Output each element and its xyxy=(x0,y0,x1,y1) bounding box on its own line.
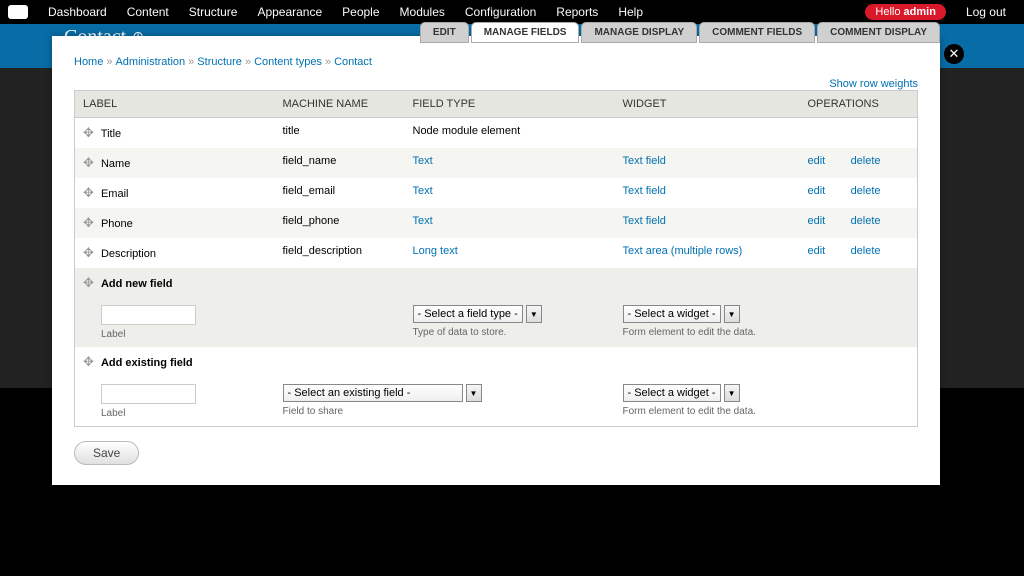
chevron-down-icon[interactable]: ▼ xyxy=(466,384,482,402)
toolbar-item-modules[interactable]: Modules xyxy=(390,5,455,19)
field-type-link[interactable]: Text xyxy=(413,185,433,197)
tab-comment-fields[interactable]: COMMENT FIELDS xyxy=(699,22,815,43)
breadcrumb-sep: » xyxy=(322,56,334,68)
home-icon[interactable] xyxy=(8,5,28,19)
new-field-type-select[interactable]: - Select a field type - xyxy=(413,305,523,323)
breadcrumb-link[interactable]: Home xyxy=(74,56,103,68)
breadcrumb-sep: » xyxy=(103,56,115,68)
field-widget xyxy=(615,118,800,149)
existing-field-label-input[interactable] xyxy=(101,384,196,404)
new-field-label-input[interactable] xyxy=(101,305,196,325)
toolbar-item-people[interactable]: People xyxy=(332,5,389,19)
delete-link[interactable]: delete xyxy=(851,215,881,227)
field-machine: field_phone xyxy=(275,208,405,238)
toolbar-item-configuration[interactable]: Configuration xyxy=(455,5,546,19)
table-row: ✥ Name field_name Text Text field edit delet… xyxy=(75,148,918,178)
toolbar-item-dashboard[interactable]: Dashboard xyxy=(38,5,117,19)
field-machine: title xyxy=(275,118,405,149)
drag-handle-icon[interactable]: ✥ xyxy=(83,245,98,260)
edit-link[interactable]: edit xyxy=(808,155,848,167)
field-widget-link[interactable]: Text field xyxy=(623,185,666,197)
add-new-heading: Add new field xyxy=(101,278,173,290)
toolbar-left: DashboardContentStructureAppearancePeopl… xyxy=(8,5,653,19)
drag-handle-icon[interactable]: ✥ xyxy=(83,185,98,200)
toolbar-item-reports[interactable]: Reports xyxy=(546,5,608,19)
drag-handle-icon[interactable]: ✥ xyxy=(83,354,98,369)
hello-badge[interactable]: Hello admin xyxy=(865,4,946,20)
table-row: ✥ Email field_email Text Text field edit del… xyxy=(75,178,918,208)
field-machine: field_email xyxy=(275,178,405,208)
tab-edit[interactable]: EDIT xyxy=(420,22,469,43)
breadcrumb-link[interactable]: Contact xyxy=(334,56,372,68)
breadcrumb-link[interactable]: Content types xyxy=(254,56,322,68)
add-existing-heading: Add existing field xyxy=(101,357,193,369)
new-field-widget-select[interactable]: - Select a widget - xyxy=(623,305,721,323)
overlay-panel: Home»Administration»Structure»Content ty… xyxy=(52,36,940,485)
chevron-down-icon[interactable]: ▼ xyxy=(724,305,740,323)
existing-field-select[interactable]: - Select an existing field - xyxy=(283,384,463,402)
field-label: Name xyxy=(101,158,130,170)
th-type: FIELD TYPE xyxy=(405,91,615,118)
table-row: ✥ Title titleNode module element xyxy=(75,118,918,149)
table-row: ✥ Phone field_phone Text Text field edit del… xyxy=(75,208,918,238)
field-widget-link[interactable]: Text field xyxy=(623,215,666,227)
breadcrumb-sep: » xyxy=(242,56,254,68)
th-label: LABEL xyxy=(75,91,275,118)
edit-link[interactable]: edit xyxy=(808,185,848,197)
new-field-type-help: Type of data to store. xyxy=(413,327,607,338)
new-field-label-help: Label xyxy=(101,329,267,340)
field-machine: field_description xyxy=(275,238,405,268)
delete-link[interactable]: delete xyxy=(851,155,881,167)
th-ops: OPERATIONS xyxy=(800,91,918,118)
edit-link[interactable]: edit xyxy=(808,215,848,227)
toolbar-item-structure[interactable]: Structure xyxy=(179,5,248,19)
save-button[interactable]: Save xyxy=(74,441,139,465)
existing-field-help: Field to share xyxy=(283,406,607,417)
existing-field-label-help: Label xyxy=(101,408,267,419)
drag-handle-icon[interactable]: ✥ xyxy=(83,215,98,230)
primary-tabs: EDITMANAGE FIELDSMANAGE DISPLAYCOMMENT F… xyxy=(420,22,940,43)
field-machine: field_name xyxy=(275,148,405,178)
toolbar-item-appearance[interactable]: Appearance xyxy=(247,5,332,19)
toolbar-item-help[interactable]: Help xyxy=(608,5,653,19)
close-icon[interactable]: ✕ xyxy=(944,44,964,64)
delete-link[interactable]: delete xyxy=(851,185,881,197)
field-label: Description xyxy=(101,248,156,260)
fields-table: LABEL MACHINE NAME FIELD TYPE WIDGET OPE… xyxy=(74,90,918,427)
edit-link[interactable]: edit xyxy=(808,245,848,257)
admin-toolbar: DashboardContentStructureAppearancePeopl… xyxy=(0,0,1024,24)
breadcrumb: Home»Administration»Structure»Content ty… xyxy=(74,56,918,68)
th-widget: WIDGET xyxy=(615,91,800,118)
toolbar-item-content[interactable]: Content xyxy=(117,5,179,19)
drag-handle-icon[interactable]: ✥ xyxy=(83,155,98,170)
field-label: Phone xyxy=(101,218,133,230)
breadcrumb-sep: » xyxy=(185,56,197,68)
breadcrumb-link[interactable]: Administration xyxy=(115,56,185,68)
field-label: Title xyxy=(101,128,121,140)
chevron-down-icon[interactable]: ▼ xyxy=(724,384,740,402)
logout-link[interactable]: Log out xyxy=(956,5,1016,19)
existing-widget-select[interactable]: - Select a widget - xyxy=(623,384,721,402)
table-row: ✥ Description field_description Long text T… xyxy=(75,238,918,268)
breadcrumb-link[interactable]: Structure xyxy=(197,56,242,68)
field-type-link[interactable]: Text xyxy=(413,155,433,167)
field-type: Node module element xyxy=(405,118,615,149)
field-widget-link[interactable]: Text area (multiple rows) xyxy=(623,245,743,257)
tab-comment-display[interactable]: COMMENT DISPLAY xyxy=(817,22,940,43)
delete-link[interactable]: delete xyxy=(851,245,881,257)
th-machine: MACHINE NAME xyxy=(275,91,405,118)
tab-manage-fields[interactable]: MANAGE FIELDS xyxy=(471,22,580,43)
show-row-weights-link[interactable]: Show row weights xyxy=(829,78,918,90)
drag-handle-icon[interactable]: ✥ xyxy=(83,275,98,290)
field-widget-link[interactable]: Text field xyxy=(623,155,666,167)
new-field-widget-help: Form element to edit the data. xyxy=(623,327,792,338)
existing-widget-help: Form element to edit the data. xyxy=(623,406,792,417)
toolbar-right: Hello admin Log out xyxy=(865,4,1016,20)
field-type-link[interactable]: Long text xyxy=(413,245,458,257)
drag-handle-icon[interactable]: ✥ xyxy=(83,125,98,140)
field-label: Email xyxy=(101,188,129,200)
field-type-link[interactable]: Text xyxy=(413,215,433,227)
chevron-down-icon[interactable]: ▼ xyxy=(526,305,542,323)
tab-manage-display[interactable]: MANAGE DISPLAY xyxy=(581,22,697,43)
